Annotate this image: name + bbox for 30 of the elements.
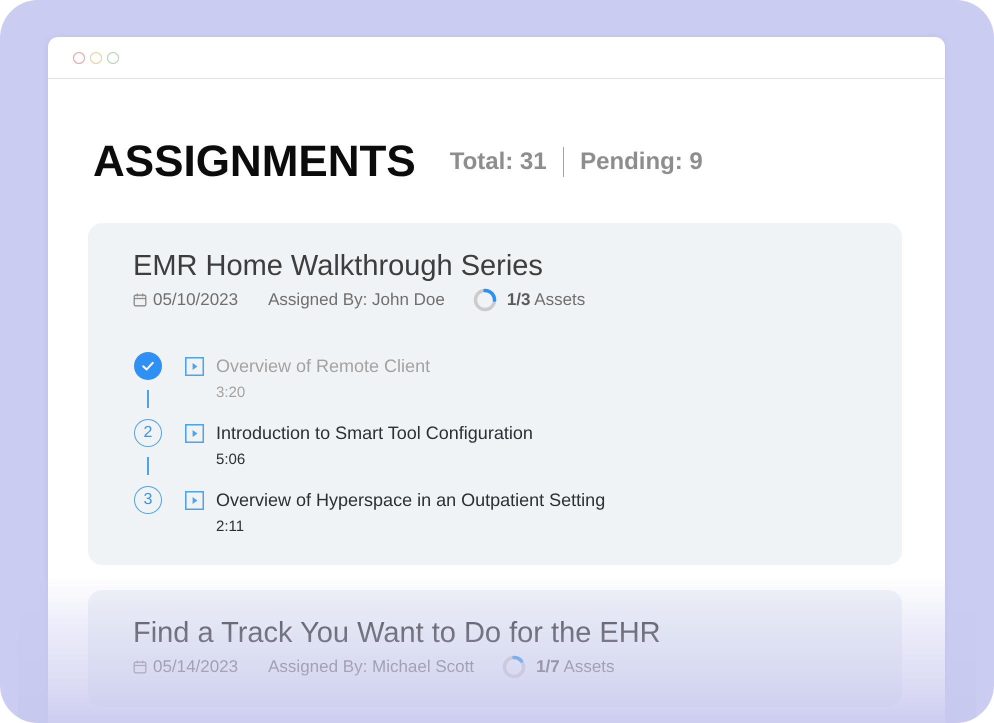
lesson-title[interactable]: Overview of Hyperspace in an Outpatient Setting (216, 486, 606, 514)
asset-count: 1/7 Assets (536, 657, 615, 677)
assignment-card[interactable]: Find a Track You Want to Do for the EHR 05/14/2023 Assigned By: Michael Scott 1/7 Assets (88, 590, 902, 707)
assignment-title: Find a Track You Want to Do for the EHR (133, 616, 662, 651)
assigned-date: 05/14/2023 (153, 657, 238, 677)
step-connector (147, 457, 149, 475)
lesson-duration: 2:11 (216, 517, 244, 537)
total-count: Total: 31 (450, 146, 547, 176)
calendar-icon (133, 660, 147, 674)
assigned-by: Assigned By: Michael Scott (268, 657, 474, 677)
assigned-date: 05/10/2023 (153, 290, 238, 310)
assigned-by: Assigned By: John Doe (268, 290, 445, 310)
step-number: 3 (134, 486, 162, 514)
play-icon[interactable] (185, 424, 204, 442)
calendar-icon (133, 293, 147, 307)
step-connector (147, 390, 149, 408)
lesson-duration: 3:20 (216, 383, 246, 403)
page-title: ASSIGNMENTS (93, 136, 416, 188)
play-icon[interactable] (185, 490, 204, 510)
maximize-window-icon[interactable] (107, 52, 119, 64)
lesson-title[interactable]: Introduction to Smart Tool Configuration (216, 419, 533, 447)
step-number: 2 (134, 419, 162, 447)
play-icon[interactable] (185, 356, 204, 376)
assignment-card[interactable] (88, 223, 902, 565)
lesson-duration: 5:06 (216, 450, 246, 470)
assignment-title: EMR Home Walkthrough Series (133, 249, 544, 284)
asset-count: 1/3 Assets (506, 290, 586, 310)
pending-count: Pending: 9 (580, 146, 703, 176)
minimize-window-icon[interactable] (90, 52, 102, 64)
close-window-icon[interactable] (73, 52, 85, 64)
